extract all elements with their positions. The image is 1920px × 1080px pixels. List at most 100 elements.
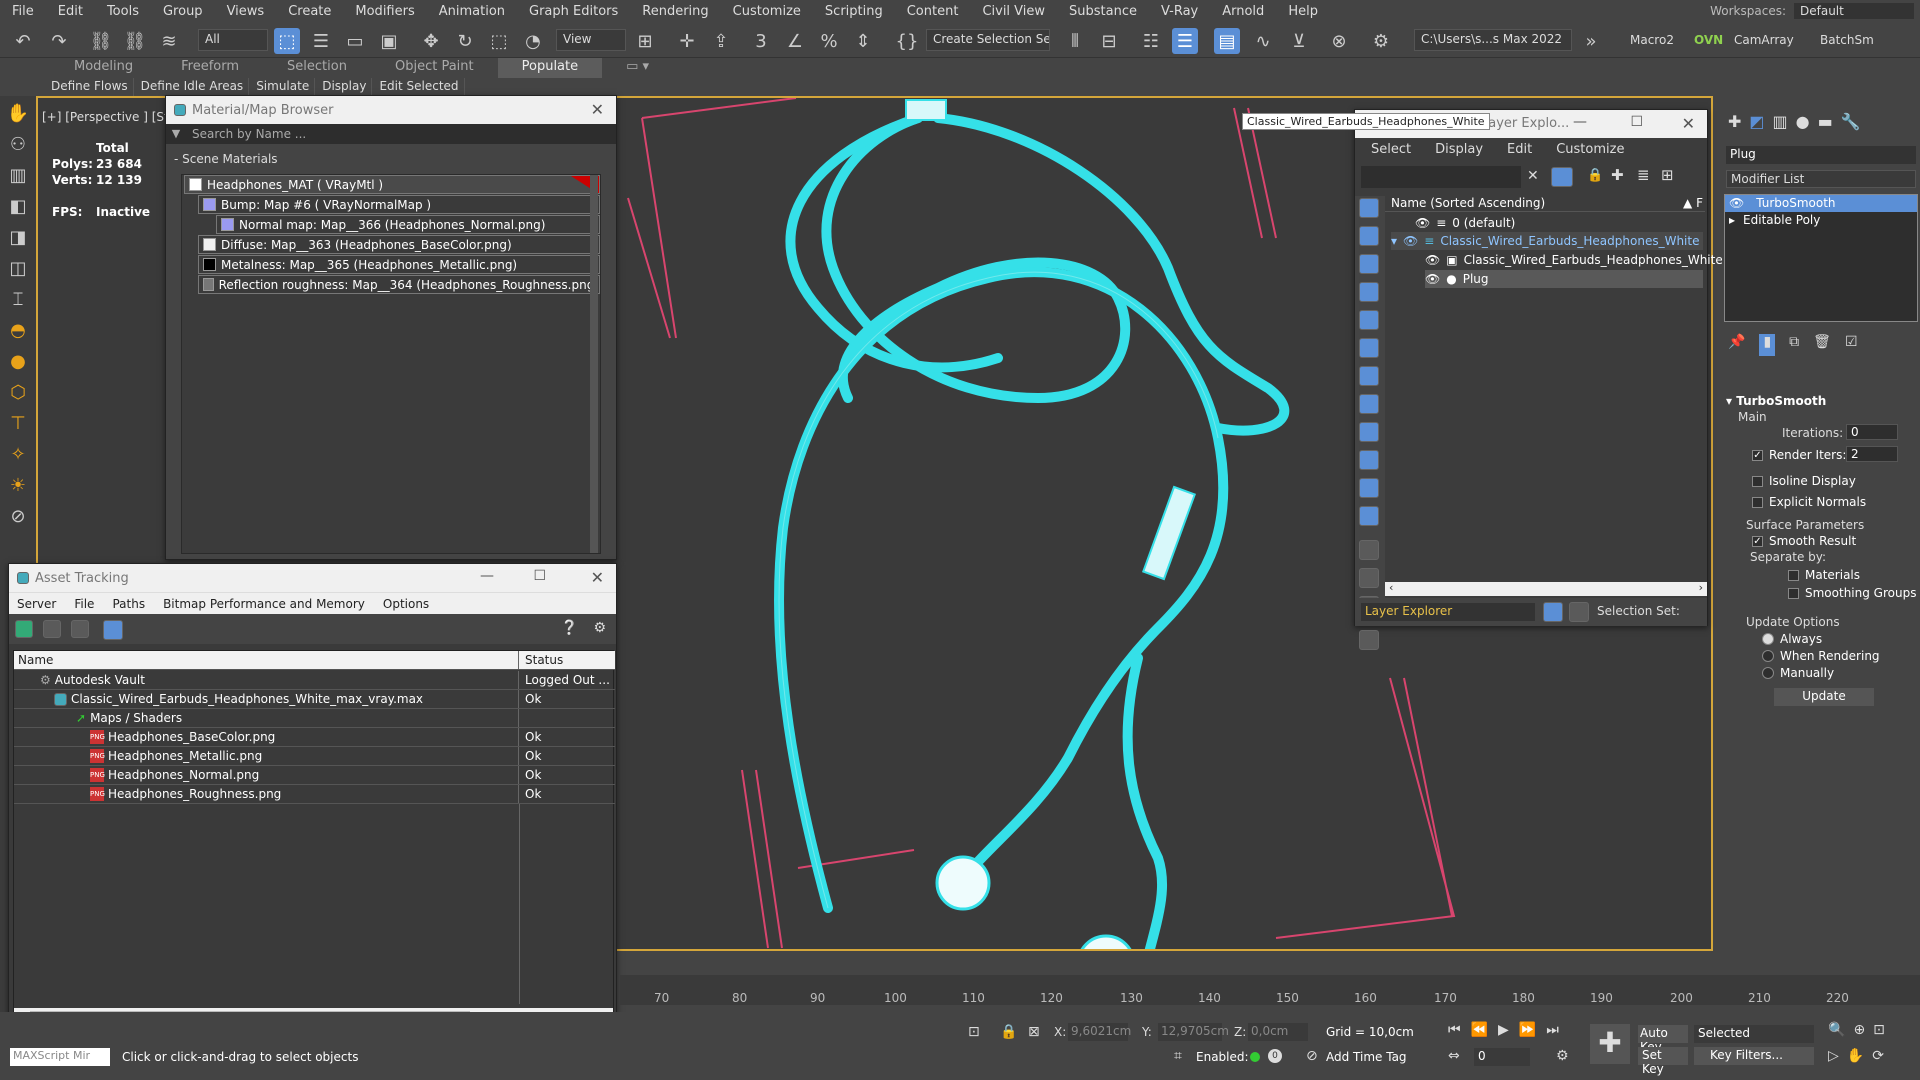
previous-frame-icon[interactable]: ⏪ — [1471, 1022, 1488, 1038]
set-key-large-icon[interactable]: ✚ — [1590, 1024, 1630, 1064]
smoothing-groups-checkbox[interactable]: Smoothing Groups — [1788, 586, 1916, 600]
tools-icon[interactable]: ⌶ — [5, 289, 31, 313]
containers-filter-icon[interactable] — [1359, 478, 1379, 498]
select-object-icon[interactable]: ⬚ — [274, 28, 300, 54]
thumbnail-view-icon[interactable] — [71, 620, 89, 638]
scene-explorer-icon[interactable]: ☰ — [1172, 28, 1198, 54]
new-layer-icon[interactable]: ✚ — [1611, 166, 1624, 184]
close-icon[interactable]: ✕ — [591, 100, 604, 119]
menu-select[interactable]: Select — [1371, 142, 1411, 157]
spot-light-icon[interactable]: ⊤ — [5, 413, 31, 437]
scroll-right-icon[interactable]: › — [1699, 581, 1703, 594]
groups-filter-icon[interactable] — [1359, 394, 1379, 414]
menu-server[interactable]: Server — [17, 597, 56, 611]
keyboard-shortcut-icon[interactable]: ⇪ — [708, 28, 734, 54]
lock-icon[interactable]: 🔒 — [1587, 168, 1603, 183]
curve-editor-icon[interactable]: ∿ — [1250, 28, 1276, 54]
angle-snap-icon[interactable]: ∠ — [782, 28, 808, 54]
smooth-result-checkbox[interactable]: ✓ Smooth Result — [1752, 534, 1856, 548]
spinner-snap-icon[interactable]: ⇕ — [850, 28, 876, 54]
define-flows-button[interactable]: Define Flows — [46, 78, 134, 96]
align-icon[interactable]: ⊟ — [1096, 28, 1122, 54]
menu-file[interactable]: File — [74, 597, 94, 611]
ribbon-toggle-icon[interactable]: ▤ — [1214, 28, 1240, 54]
close-icon[interactable]: ✕ — [591, 568, 604, 587]
menu-edit[interactable]: Edit — [1507, 142, 1532, 157]
checkbox-icon[interactable]: ✓ — [1752, 535, 1763, 547]
hierarchy-mode-icon[interactable] — [1569, 602, 1589, 622]
sphere-icon[interactable]: ● — [5, 351, 31, 375]
display-button[interactable]: Display — [317, 78, 373, 96]
define-idle-areas-button[interactable]: Define Idle Areas — [136, 78, 250, 96]
ovn-button[interactable]: OVN — [1694, 33, 1723, 47]
window-crossing-icon[interactable]: ▣ — [376, 28, 402, 54]
menu-civil-view[interactable]: Civil View — [970, 4, 1057, 19]
search-dropdown-icon[interactable]: ▼ — [166, 124, 186, 144]
bind-spacewarp-icon[interactable]: ≋ — [156, 28, 182, 54]
render-iters-checkbox[interactable]: ✓ Render Iters: — [1752, 448, 1846, 462]
col-name[interactable]: Name — [14, 651, 519, 669]
table-row[interactable]: Classic_Wired_Earbuds_Headphones_White_m… — [14, 690, 615, 709]
explicit-normals-checkbox[interactable]: Explicit Normals — [1752, 495, 1866, 509]
key-selection-dropdown[interactable]: Selected — [1694, 1025, 1814, 1043]
stack-item-turbosmooth[interactable]: 👁 TurboSmooth — [1725, 195, 1917, 212]
unlink-icon[interactable]: ⛓ — [122, 28, 148, 54]
settings-icon[interactable]: ⚙ — [593, 620, 606, 636]
sun-icon[interactable]: ☀ — [5, 475, 31, 499]
placement-icon[interactable]: ◔ — [520, 28, 546, 54]
bones-filter-icon[interactable] — [1359, 450, 1379, 470]
checkbox-icon[interactable]: ✓ — [1752, 449, 1763, 461]
menu-views[interactable]: Views — [215, 4, 277, 19]
create-icon[interactable]: ✋ — [5, 103, 31, 127]
list-view-icon[interactable] — [43, 620, 61, 638]
menu-modifiers[interactable]: Modifiers — [343, 4, 426, 19]
radio-icon[interactable] — [1762, 667, 1774, 679]
display-none-icon[interactable] — [1359, 198, 1379, 218]
minimize-icon[interactable]: — — [480, 568, 494, 584]
menu-content[interactable]: Content — [895, 4, 971, 19]
scroll-left-icon[interactable]: ‹ — [1389, 581, 1393, 594]
close-icon[interactable]: ✕ — [1682, 114, 1695, 133]
scale-icon[interactable]: ⬚ — [486, 28, 512, 54]
motion-tab-icon[interactable]: ● — [1796, 112, 1810, 136]
layer-mode-icon[interactable] — [1543, 602, 1563, 622]
always-radio[interactable]: Always — [1762, 632, 1822, 646]
light-dome-icon[interactable]: ◓ — [5, 320, 31, 344]
refresh-icon[interactable] — [15, 620, 33, 638]
current-frame-spinner[interactable]: 0 — [1474, 1048, 1530, 1066]
material-row[interactable]: Diffuse: Map__363 (Headphones_BaseColor.… — [198, 235, 600, 254]
omni-light-icon[interactable]: ✧ — [5, 444, 31, 468]
percent-snap-icon[interactable]: % — [816, 28, 842, 54]
display-tab-icon[interactable]: ▬ — [1818, 112, 1833, 136]
ribbon-options-icon[interactable]: ▭ ▾ — [602, 58, 673, 78]
maximize-icon[interactable]: ☐ — [1630, 114, 1643, 130]
remove-modifier-icon[interactable]: 🗑 — [1813, 334, 1831, 356]
configure-sets-icon[interactable]: ☑ — [1845, 334, 1858, 356]
named-selection-dropdown[interactable]: Create Selection Se — [926, 29, 1050, 51]
maxscript-listener[interactable]: MAXScript Mir — [10, 1048, 110, 1066]
object-name-field[interactable]: Plug — [1726, 146, 1916, 164]
update-button[interactable]: Update — [1774, 688, 1874, 706]
lock-selection-icon[interactable]: 🔒 — [1000, 1024, 1017, 1040]
expand-icon[interactable]: ▸ — [1729, 213, 1735, 228]
menu-animation[interactable]: Animation — [427, 4, 517, 19]
collapse-icon[interactable]: ▾ — [1726, 394, 1736, 408]
mirror-icon[interactable]: ⫴ — [1062, 28, 1088, 54]
play-icon[interactable]: ▶ — [1498, 1022, 1509, 1038]
select-all-icon[interactable] — [1359, 540, 1379, 560]
auto-key-button[interactable]: Auto Key — [1638, 1025, 1688, 1054]
layer-hscrollbar[interactable]: ‹ › — [1385, 581, 1707, 596]
rollout-turbosmooth[interactable]: ▾ TurboSmooth — [1726, 394, 1826, 408]
menu-display[interactable]: Display — [1435, 142, 1483, 157]
object-row[interactable]: 👁 ▣ Classic_Wired_Earbuds_Headphones_White — [1425, 251, 1723, 269]
menu-tools[interactable]: Tools — [95, 4, 151, 19]
link-icon[interactable]: ⛓ — [88, 28, 114, 54]
make-unique-icon[interactable]: ⧉ — [1789, 334, 1799, 356]
menu-rendering[interactable]: Rendering — [630, 4, 720, 19]
table-row[interactable]: PNG Headphones_BaseColor.png Ok — [14, 728, 615, 747]
clear-search-icon[interactable]: ✕ — [1527, 168, 1539, 184]
menu-arnold[interactable]: Arnold — [1210, 4, 1276, 19]
checkbox-icon[interactable] — [1752, 475, 1763, 487]
set-key-button[interactable]: Set Key — [1638, 1047, 1688, 1076]
object-row-plug[interactable]: 👁 ● Plug — [1425, 270, 1703, 288]
